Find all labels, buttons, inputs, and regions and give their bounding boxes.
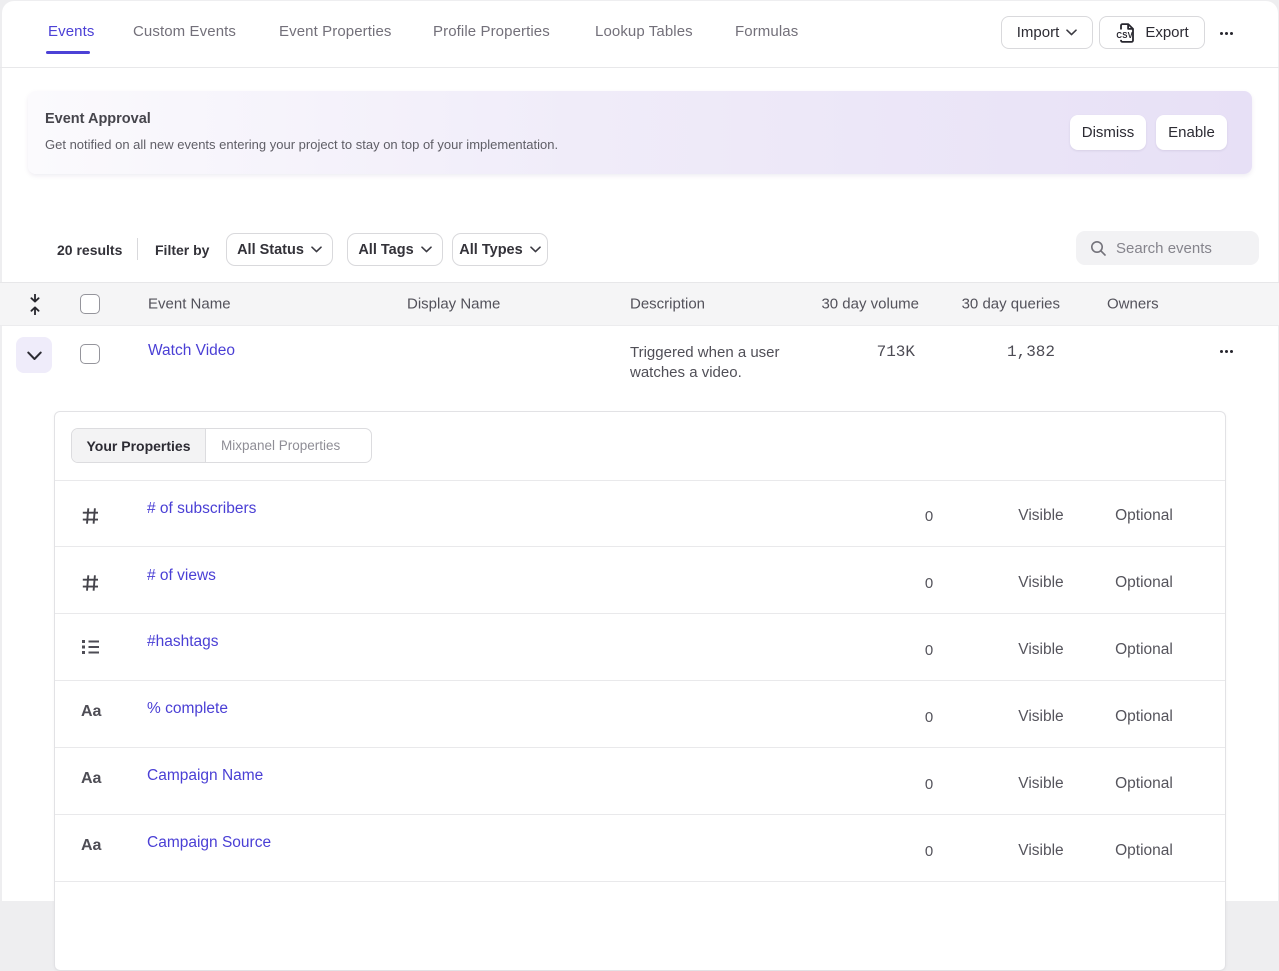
svg-text:CSV: CSV [1117, 31, 1134, 40]
